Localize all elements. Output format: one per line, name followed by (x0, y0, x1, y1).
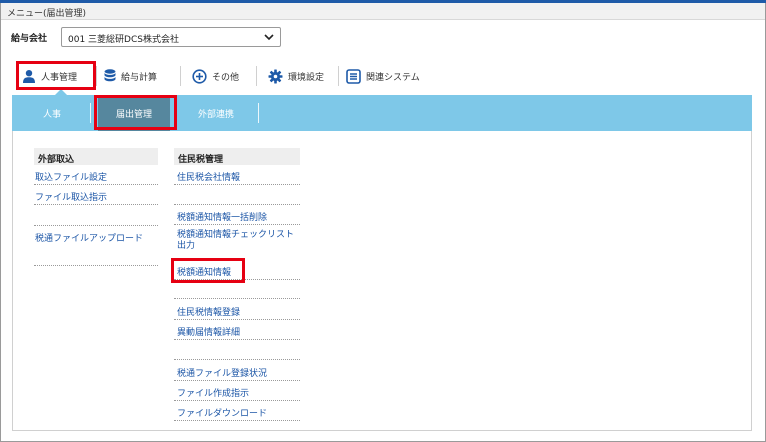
link-tax-file-registration-status[interactable]: 税通ファイル登録状況 (177, 366, 267, 379)
highlight-box-tax-notice-info (171, 258, 245, 283)
company-select-value: 001 三菱総研DCS株式会社 (68, 35, 179, 45)
column-header-resident-tax: 住民税管理 (174, 148, 300, 165)
tab-divider (90, 103, 91, 123)
main-menu: 人事管理 給与計算 その他 環境設定 関連システム (12, 60, 752, 92)
company-label: 給与会社 (11, 34, 48, 44)
plus-circle-icon (192, 68, 207, 84)
gear-icon (268, 69, 283, 83)
link-tax-notice-checklist-output[interactable]: 税額通知情報チェックリスト出力 (177, 230, 301, 252)
divider (174, 380, 300, 381)
menu-content (12, 131, 752, 431)
divider (174, 184, 300, 185)
tab-label: 外部連携 (197, 109, 234, 120)
divider (34, 225, 158, 226)
tab-hr[interactable]: 人事 (22, 95, 82, 131)
window-title: メニュー(届出管理) (7, 9, 87, 19)
divider (174, 339, 300, 340)
divider (174, 298, 300, 299)
link-import-file-settings[interactable]: 取込ファイル設定 (35, 170, 107, 183)
menu-divider (96, 66, 97, 86)
menu-item-related-systems[interactable]: 関連システム (346, 64, 420, 88)
menu-item-other[interactable]: その他 (192, 64, 239, 88)
menu-divider (180, 66, 181, 86)
highlight-box-notifications-tab (94, 95, 177, 130)
link-file-import-instruction[interactable]: ファイル取込指示 (35, 190, 107, 203)
company-select[interactable]: 001 三菱総研DCS株式会社 (61, 27, 281, 47)
link-resident-tax-registration[interactable]: 住民税情報登録 (177, 305, 240, 318)
link-file-creation-instruction[interactable]: ファイル作成指示 (177, 386, 249, 399)
menu-item-label: 環境設定 (288, 72, 325, 83)
divider (174, 420, 300, 421)
link-tax-notice-bulk-delete[interactable]: 税額通知情報一括削除 (177, 210, 267, 223)
menu-item-settings[interactable]: 環境設定 (268, 64, 324, 88)
divider (174, 204, 300, 205)
highlight-box-hr-menu (16, 61, 96, 90)
menu-item-payroll[interactable]: 給与計算 (104, 64, 157, 88)
tab-label: 人事 (42, 109, 61, 120)
menu-item-label: その他 (212, 72, 240, 83)
list-icon (346, 68, 361, 84)
tab-external[interactable]: 外部連携 (178, 95, 254, 131)
menu-divider (338, 66, 339, 86)
tab-divider (258, 103, 259, 123)
link-resident-tax-company-info[interactable]: 住民税会社情報 (177, 170, 240, 183)
divider (34, 184, 158, 185)
divider (174, 400, 300, 401)
divider (174, 224, 300, 225)
link-tax-file-upload[interactable]: 税通ファイルアップロード (35, 231, 143, 244)
link-transfer-notice-details[interactable]: 異動届情報詳細 (177, 325, 240, 338)
menu-item-label: 関連システム (366, 72, 420, 83)
database-icon (104, 69, 116, 82)
column-header-external-import: 外部取込 (34, 148, 158, 165)
menu-item-label: 給与計算 (121, 72, 158, 83)
divider (34, 265, 158, 266)
chevron-down-icon (264, 34, 274, 41)
link-file-download[interactable]: ファイルダウンロード (177, 406, 267, 419)
divider (174, 359, 300, 360)
divider (174, 319, 300, 320)
menu-divider (256, 66, 257, 86)
title-bar: メニュー(届出管理) (1, 3, 765, 20)
divider (34, 204, 158, 205)
